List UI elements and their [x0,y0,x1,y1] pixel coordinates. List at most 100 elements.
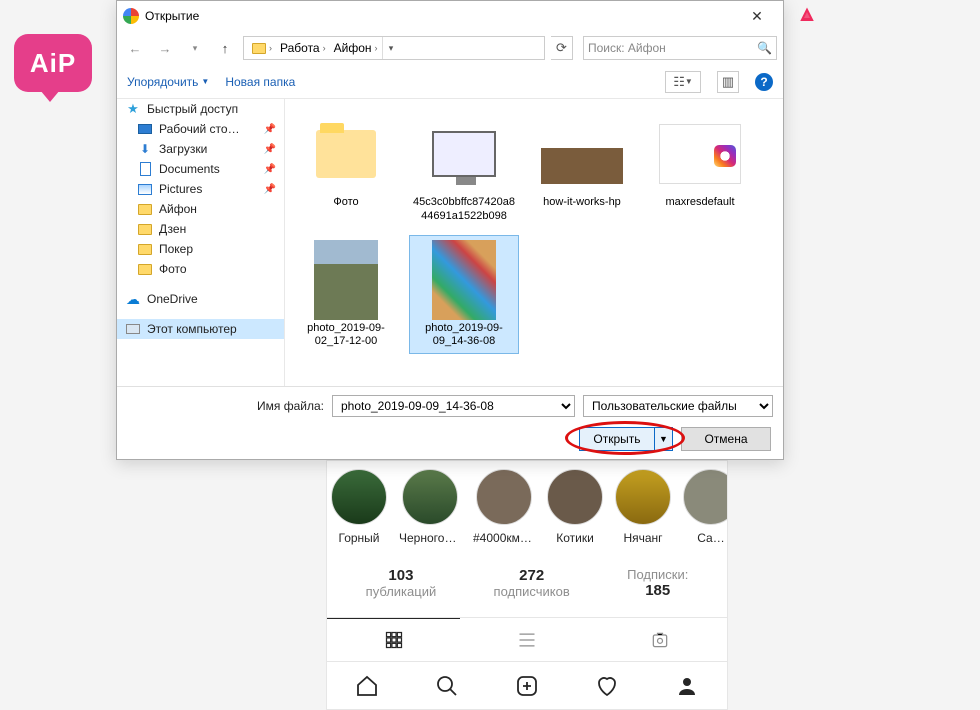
filetype-select[interactable]: Пользовательские файлы [583,395,773,417]
filename-input[interactable]: photo_2019-09-09_14-36-08 [332,395,575,417]
file-label: maxresdefault [665,196,734,210]
file-thumbnail [538,114,626,194]
filetype-combobox[interactable]: Пользовательские файлы [583,395,773,417]
file-thumbnail [420,240,508,320]
story-label: Черногор… [399,531,461,545]
file-item-selected[interactable]: photo_2019-09-09_14-36-08 [409,235,519,355]
pin-icon: 📌 [264,144,276,155]
new-folder-label: Новая папка [225,75,295,89]
forward-button[interactable]: → [153,36,177,60]
sidebar-item-downloads[interactable]: Загрузки📌 [117,139,284,159]
file-item[interactable]: how-it-works-hp [527,109,637,229]
file-pane[interactable]: Фото 45c3c0bbffc87420a844691a1522b098 ho… [285,99,783,386]
file-item[interactable]: 45c3c0bbffc87420a844691a1522b098 [409,109,519,229]
breadcrumb-label: Айфон [334,41,372,55]
story-avatar [615,469,671,525]
recent-dropdown[interactable]: ▾ [183,36,207,60]
search-input[interactable]: Поиск: Айфон 🔍 [583,36,777,60]
chrome-icon [123,8,139,24]
image-icon [432,131,496,177]
chevron-right-icon: › [375,43,378,53]
up-button[interactable]: ↑ [213,36,237,60]
image-icon [659,124,741,184]
sidebar-item-documents[interactable]: Documents 📌 [117,159,284,179]
new-folder-button[interactable]: Новая папка [225,75,295,89]
cancel-button[interactable]: Отмена [681,427,771,451]
view-menu[interactable]: ☷ ▼ [665,71,701,93]
story-highlight[interactable]: Горный [331,469,387,545]
tab-tagged[interactable] [594,618,727,661]
story-highlight[interactable]: Са… [683,469,727,545]
stat-label: публикаций [366,584,437,599]
instagram-panel: Горный Черногор… #4000кме… Котики Нячанг… [326,460,728,710]
stat-following[interactable]: Подписки:185 [627,567,688,599]
nav-profile[interactable] [647,662,727,709]
file-item-folder[interactable]: Фото [291,109,401,229]
sidebar-this-pc[interactable]: Этот компьютер [117,319,284,339]
file-thumbnail [302,114,390,194]
sidebar-label: Рабочий сто… [159,122,240,136]
sidebar-quick-access[interactable]: Быстрый доступ [117,99,284,119]
stat-number: 103 [366,567,437,584]
address-root[interactable]: › [248,43,276,54]
file-thumbnail [420,114,508,194]
sidebar-item-pictures[interactable]: Pictures📌 [117,179,284,199]
sidebar-onedrive[interactable]: OneDrive [117,289,284,309]
organize-menu[interactable]: Упорядочить▼ [127,75,209,89]
story-highlight[interactable]: Котики [547,469,603,545]
refresh-button[interactable]: ⟳ [551,36,573,60]
story-highlight[interactable]: Нячанг [615,469,671,545]
stat-posts[interactable]: 103публикаций [366,567,437,599]
breadcrumb-segment[interactable]: Работа› [276,41,330,55]
open-button[interactable]: Открыть [579,427,655,451]
address-dropdown[interactable]: ▾ [382,37,400,59]
file-label: Фото [333,196,358,210]
file-label: 45c3c0bbffc87420a844691a1522b098 [412,196,516,224]
sidebar-item-poker[interactable]: Покер [117,239,284,259]
file-open-dialog: Открытие ✕ ← → ▾ ↑ › Работа› Айфон› ▾ ⟳ … [116,0,784,460]
sidebar-label: Этот компьютер [147,322,237,336]
desktop-icon [138,124,152,134]
preview-pane-button[interactable]: ▥ [717,71,739,93]
breadcrumb-segment[interactable]: Айфон› [330,41,382,55]
open-split-button[interactable]: Открыть ▼ [579,427,673,451]
image-icon [432,240,496,320]
sidebar-item-iphone[interactable]: Айфон [117,199,284,219]
dialog-footer: Имя файла: photo_2019-09-09_14-36-08 Пол… [117,387,783,459]
sidebar[interactable]: Быстрый доступ Рабочий сто…📌 Загрузки📌 D… [117,99,285,386]
open-dropdown[interactable]: ▼ [655,427,673,451]
sidebar-label: Pictures [159,182,202,196]
tab-grid[interactable] [327,618,460,661]
nav-home[interactable] [327,662,407,709]
search-placeholder: Поиск: Айфон [588,41,666,55]
nav-create[interactable] [487,662,567,709]
close-button[interactable]: ✕ [737,1,777,31]
file-item[interactable]: photo_2019-09-02_17-12-00 [291,235,401,355]
story-highlight[interactable]: Черногор… [399,469,461,545]
file-label: photo_2019-09-02_17-12-00 [294,322,398,350]
nav-activity[interactable] [567,662,647,709]
filename-row: Имя файла: photo_2019-09-09_14-36-08 Пол… [127,395,773,417]
filename-combobox[interactable]: photo_2019-09-09_14-36-08 [332,395,575,417]
story-label: Нячанг [623,531,662,545]
sidebar-item-photo[interactable]: Фото [117,259,284,279]
pin-icon: 📌 [264,164,276,175]
vivaldi-icon [798,6,816,24]
dialog-body: Быстрый доступ Рабочий сто…📌 Загрузки📌 D… [117,99,783,387]
sidebar-item-desktop[interactable]: Рабочий сто…📌 [117,119,284,139]
sidebar-label: Documents [159,162,220,176]
dialog-titlebar[interactable]: Открытие ✕ [117,1,783,31]
folder-icon [138,204,152,215]
stat-label: подписчиков [494,584,570,599]
file-item[interactable]: maxresdefault [645,109,755,229]
back-button[interactable]: ← [123,36,147,60]
story-highlight[interactable]: #4000кме… [473,469,535,545]
stat-followers[interactable]: 272подписчиков [494,567,570,599]
buttons-row: Открыть ▼ Отмена [127,427,773,451]
address-bar[interactable]: › Работа› Айфон› ▾ [243,36,545,60]
sidebar-item-zen[interactable]: Дзен [117,219,284,239]
tab-list[interactable] [460,618,593,661]
nav-search[interactable] [407,662,487,709]
file-thumbnail [656,114,744,194]
help-button[interactable]: ? [755,73,773,91]
